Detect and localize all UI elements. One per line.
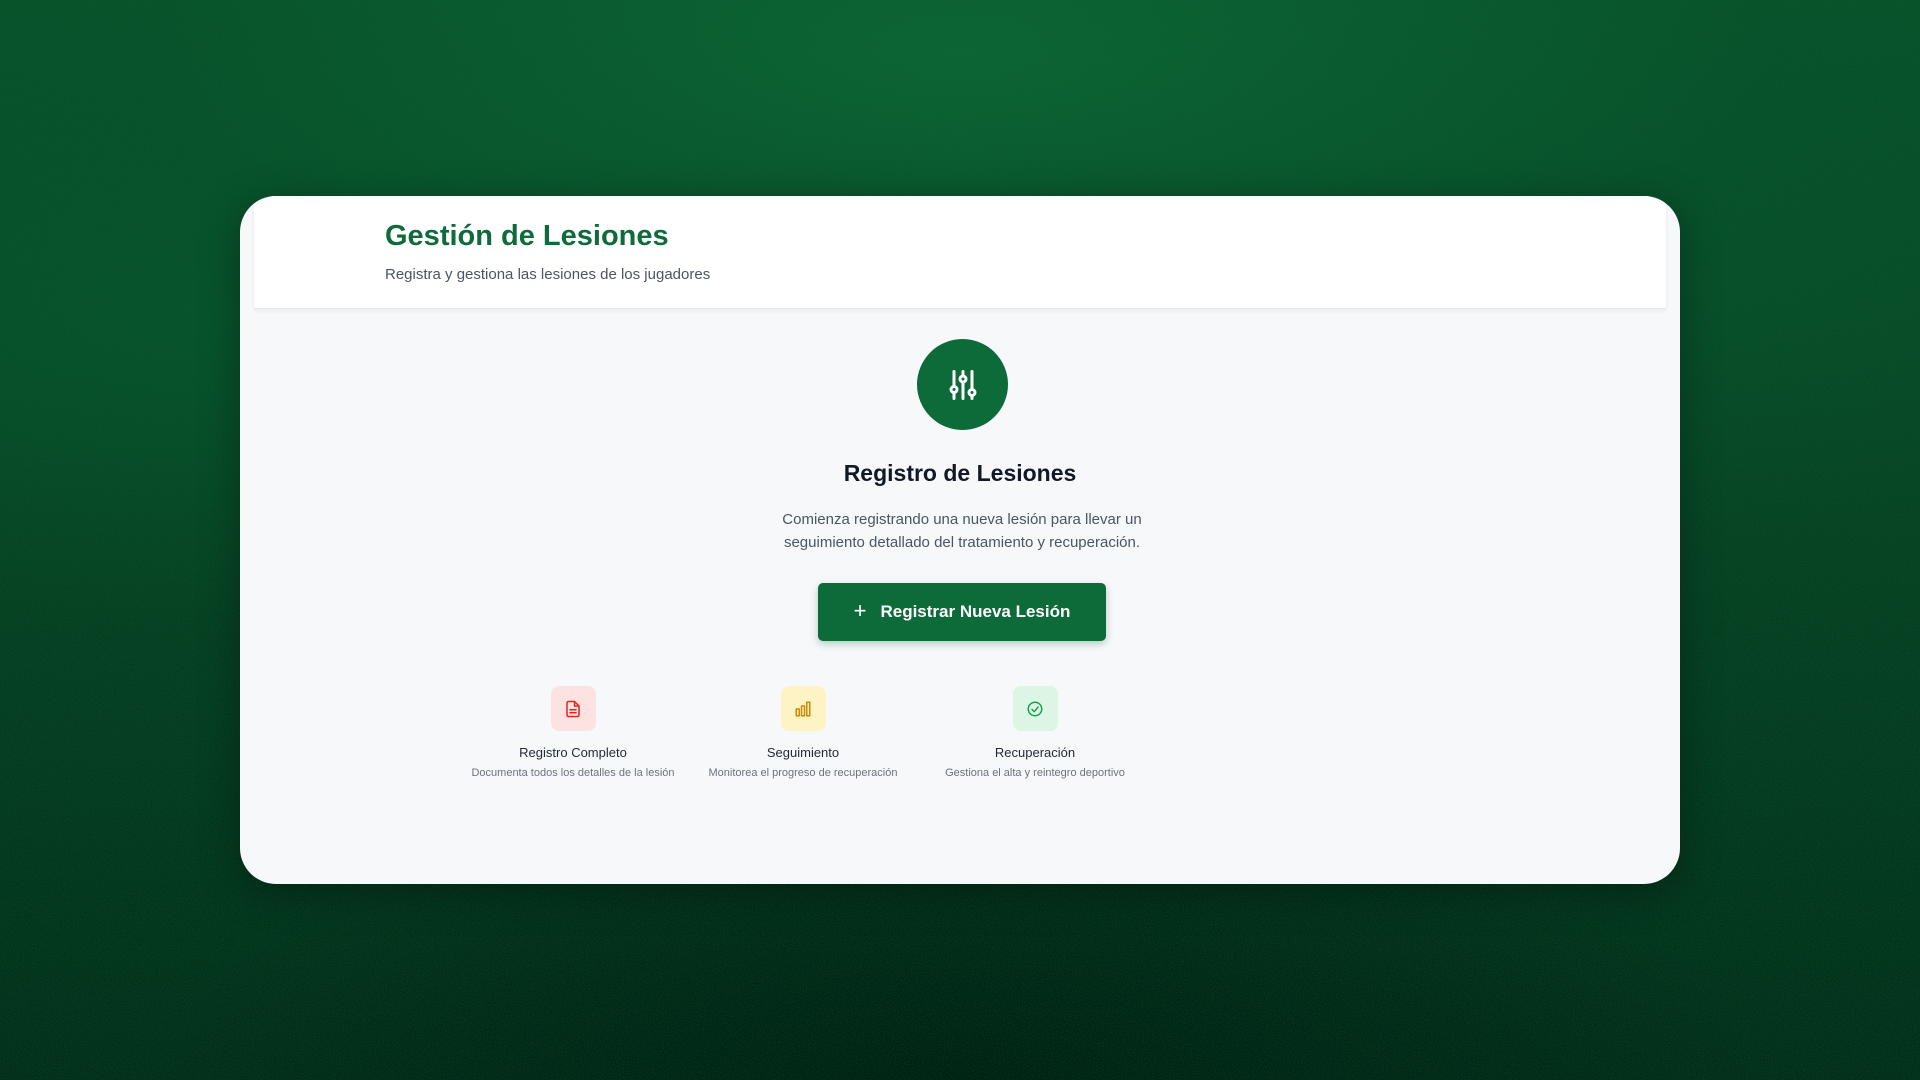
feature-title: Recuperación <box>994 745 1076 760</box>
page-header: Gestión de Lesiones Registra y gestiona … <box>254 196 1666 309</box>
feature-description: Gestiona el alta y reintegro deportivo <box>945 767 1125 779</box>
register-injury-label: Registrar Nueva Lesión <box>880 602 1071 621</box>
plus-icon: + <box>853 598 867 623</box>
document-icon <box>550 686 596 731</box>
feature-tracking: Seguimiento Monitorea el progreso de rec… <box>688 686 918 779</box>
register-injury-button[interactable]: + Registrar Nueva Lesión <box>818 583 1106 641</box>
feature-description: Documenta todos los detalles de la lesió… <box>471 767 675 779</box>
page-title: Gestión de Lesiones <box>385 220 669 252</box>
page-subtitle: Registra y gestiona las lesiones de los … <box>385 266 711 283</box>
check-circle-icon <box>1012 686 1058 731</box>
feature-recovery: Recuperación Gestiona el alta y reintegr… <box>920 686 1150 779</box>
hero-description: Comienza registrando una nueva lesión pa… <box>782 511 1142 551</box>
hero-title: Registro de Lesiones <box>843 460 1077 486</box>
feature-complete-record: Registro Completo Documenta todos los de… <box>458 686 688 779</box>
main-panel: Gestión de Lesiones Registra y gestiona … <box>240 196 1680 884</box>
feature-description: Monitorea el progreso de recuperación <box>708 767 898 779</box>
feature-title: Seguimiento <box>766 745 840 760</box>
bar-chart-icon <box>780 686 826 731</box>
sliders-icon <box>917 339 1008 430</box>
feature-title: Registro Completo <box>519 745 627 760</box>
